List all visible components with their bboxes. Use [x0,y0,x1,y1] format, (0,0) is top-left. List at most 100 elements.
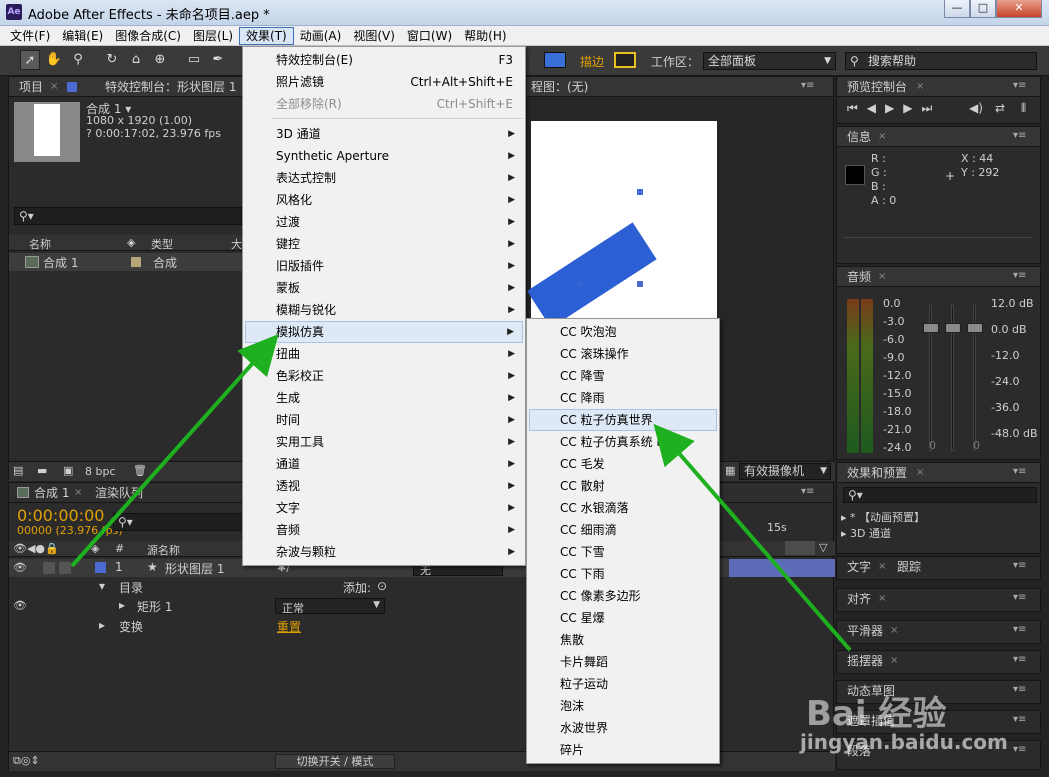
simulation-submenu-item[interactable]: CC 降雪 [529,365,717,387]
workspace-select[interactable]: 全部面板 ▼ [703,52,836,70]
pen-tool-icon[interactable]: ✒ [208,50,228,70]
simulation-submenu-item[interactable]: 卡片舞蹈 [529,651,717,673]
audio-slider-thumb[interactable] [945,323,961,333]
list-item[interactable]: 合成 1 合成 [9,253,245,271]
close-icon[interactable]: × [50,81,58,92]
effect-menu-item[interactable]: 3D 通道 ▶ [245,123,523,145]
close-icon[interactable]: × [916,81,924,92]
panel-menu-icon[interactable]: ▾≡ [1013,744,1026,755]
tab-character[interactable]: 文字 [847,559,871,575]
maximize-button[interactable]: □ [970,0,996,18]
panel-menu-icon[interactable]: ▾≡ [1013,466,1026,477]
audio-slider-thumb[interactable] [967,323,983,333]
loop-icon[interactable]: ⇄ [995,101,1005,115]
simulation-submenu-item[interactable]: 焦散 [529,629,717,651]
effect-menu-item[interactable]: 色彩校正 ▶ [245,365,523,387]
minimize-button[interactable]: — [944,0,970,18]
effect-menu-item[interactable]: 模糊与锐化 ▶ [245,299,523,321]
simulation-submenu-item[interactable]: 水波世界 [529,717,717,739]
expand-arrow-icon[interactable]: ▾ [99,579,105,593]
effect-menu-item[interactable]: 蒙板 ▶ [245,277,523,299]
column-source-name[interactable]: 源名称 [147,542,180,558]
reset-link[interactable]: 重置 [277,618,301,635]
tab-flowchart[interactable]: 程图：(无) [531,79,588,95]
simulation-submenu-item[interactable]: CC 散射 [529,475,717,497]
rotate-tool-icon[interactable]: ↻ [102,50,122,70]
close-button[interactable]: ✕ [996,0,1042,18]
timeline-search-input[interactable]: ⚲▾ [113,513,243,531]
simulation-submenu-item[interactable]: CC 滚珠操作 [529,343,717,365]
effect-menu-item[interactable]: 杂波与颗粒 ▶ [245,541,523,563]
selection-tool-icon[interactable]: ➚ [20,50,40,70]
column-type[interactable]: 类型 [151,236,173,252]
panel-menu-icon[interactable]: ▾≡ [1013,654,1026,665]
simulation-submenu-item[interactable]: CC 水银滴落 [529,497,717,519]
bounding-handle[interactable] [637,189,643,195]
menu-help[interactable]: 帮助(H) [458,27,512,45]
audio-icon[interactable]: ◀) [969,101,983,115]
expand-arrow-icon[interactable]: ▸ [119,598,125,612]
tab-wiggler[interactable]: 摇摆器 [847,653,883,669]
panel-menu-icon[interactable]: ▾≡ [1013,714,1026,725]
layer-duration-bar[interactable] [729,559,835,577]
panel-menu-icon[interactable]: ▾≡ [1013,560,1026,571]
close-icon[interactable]: × [878,561,886,572]
effect-menu-item[interactable]: 旧版插件 ▶ [245,255,523,277]
panel-menu-icon[interactable]: ▾≡ [1013,592,1026,603]
close-icon[interactable]: × [890,625,898,636]
blue-rectangle-shape[interactable] [527,222,657,328]
bounding-handle[interactable] [637,281,643,287]
toggle-switches-modes-button[interactable]: 切换开关 / 模式 [275,754,395,769]
menu-composition[interactable]: 图像合成(C) [109,27,187,45]
presets-search-input[interactable]: ⚲▾ [843,487,1037,503]
menu-file[interactable]: 文件(F) [4,27,56,45]
interpret-footage-icon[interactable]: ▤ [13,464,23,477]
close-icon[interactable]: × [916,467,924,478]
preset-animation-folder[interactable]: ▸ * 【动画预置】 [841,509,925,525]
simulation-submenu-item[interactable]: 泡沫 [529,695,717,717]
lock-toggle[interactable] [59,562,71,574]
preset-3d-channel[interactable]: ▸ 3D 通道 [841,525,891,541]
anchor-point-icon[interactable]: ✧ [575,277,585,291]
effect-menu-item[interactable]: 扭曲 ▶ [245,343,523,365]
add-button-icon[interactable]: ⊙ [377,579,387,593]
project-search-input[interactable]: ⚲▾ [14,207,242,225]
tab-align[interactable]: 对齐 [847,591,871,607]
menu-window[interactable]: 窗口(W) [401,27,458,45]
panel-menu-icon[interactable]: ▾≡ [1013,270,1026,281]
menu-edit[interactable]: 编辑(E) [56,27,109,45]
simulation-submenu-item[interactable]: CC 星爆 [529,607,717,629]
effect-menu-item[interactable]: 通道 ▶ [245,453,523,475]
search-help-input[interactable]: ⚲ 搜索帮助 [845,52,1037,70]
blend-mode-select[interactable]: 正常 ▼ [275,598,385,615]
ram-preview-icon[interactable]: ⫴ [1021,101,1026,116]
effect-menu-item[interactable]: 键控 ▶ [245,233,523,255]
menu-animation[interactable]: 动画(A) [294,27,348,45]
camera-select[interactable]: 有效摄像机 ▼ [739,463,831,480]
menu-layer[interactable]: 图层(L) [187,27,239,45]
expand-arrow-icon[interactable]: ▸ [99,618,105,632]
simulation-submenu-item[interactable]: CC 降雨 [529,387,717,409]
panel-menu-icon[interactable]: ▾≡ [801,486,814,497]
tab-smoother[interactable]: 平滑器 [847,623,883,639]
close-icon[interactable]: × [878,131,886,142]
bpc-label[interactable]: 8 bpc [85,465,116,478]
rect-group-label[interactable]: 矩形 1 [137,598,172,615]
delete-icon[interactable]: 🗑 [133,464,147,477]
close-icon[interactable]: × [74,487,82,498]
layer-name[interactable]: 形状图层 1 [165,560,224,577]
eye-icon[interactable]: 👁 [13,599,27,612]
tab-comp1[interactable]: 合成 1 [34,485,69,501]
column-name[interactable]: 名称 [29,236,51,252]
panel-menu-icon[interactable]: ▾≡ [1013,624,1026,635]
rectangle-tool-icon[interactable]: ▭ [184,50,204,70]
panel-menu-icon[interactable]: ▾≡ [801,80,814,91]
tab-render-queue[interactable]: 渲染队列 [95,485,143,501]
tab-info[interactable]: 信息 [847,129,871,145]
eye-icon[interactable]: 👁 [13,561,27,574]
transform-label[interactable]: 变换 [119,618,143,635]
simulation-submenu-item[interactable]: CC 粒子仿真世界 [529,409,717,431]
stroke-color-swatch[interactable] [614,52,636,68]
effect-menu-item[interactable]: 风格化 ▶ [245,189,523,211]
effect-menu-item[interactable]: 透视 ▶ [245,475,523,497]
